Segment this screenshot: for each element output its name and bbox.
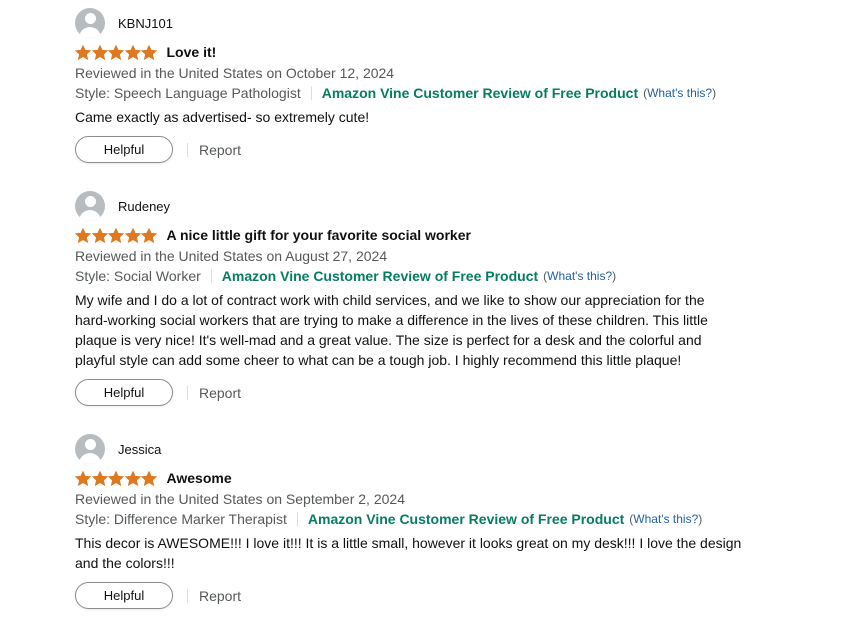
review-body-line: playful style can add some cheer to what… bbox=[75, 352, 682, 368]
product-style: Style: Social Worker bbox=[75, 268, 201, 284]
star-rating[interactable] bbox=[75, 227, 158, 243]
vine-review-badge: Amazon Vine Customer Review of Free Prod… bbox=[221, 268, 539, 284]
divider bbox=[187, 588, 188, 603]
star-filled-icon bbox=[108, 470, 124, 486]
product-style: Style: Speech Language Pathologist bbox=[75, 85, 301, 101]
star-filled-icon bbox=[91, 44, 108, 60]
review-body: Came exactly as advertised- so extremely… bbox=[75, 109, 370, 125]
paren-close: ) bbox=[712, 86, 717, 100]
star-rating[interactable] bbox=[75, 470, 158, 486]
star-filled-icon bbox=[108, 227, 124, 243]
star-filled-icon bbox=[124, 470, 141, 486]
review-title[interactable]: Love it! bbox=[167, 44, 217, 60]
star-filled-icon bbox=[75, 44, 91, 60]
vine-review-badge: Amazon Vine Customer Review of Free Prod… bbox=[307, 511, 625, 527]
whats-this-wrapper: (What's this?) bbox=[543, 269, 616, 283]
review-body-line: This decor is AWESOME!!! I love it!!! It… bbox=[75, 535, 742, 551]
star-filled-icon bbox=[75, 227, 91, 243]
review-body: This decor is AWESOME!!! I love it!!! It… bbox=[75, 533, 775, 573]
review-date: Reviewed in the United States on August … bbox=[75, 248, 388, 264]
star-filled-icon bbox=[91, 470, 108, 486]
report-link[interactable]: Report bbox=[199, 588, 241, 604]
whats-this-link[interactable]: What's this? bbox=[633, 512, 698, 526]
reviewer-profile[interactable]: KBNJ101 bbox=[75, 8, 775, 38]
default-user-avatar-icon bbox=[75, 191, 105, 221]
star-filled-icon bbox=[141, 470, 157, 486]
report-link[interactable]: Report bbox=[199, 385, 241, 401]
review-title[interactable]: Awesome bbox=[167, 470, 232, 486]
star-filled-icon bbox=[75, 470, 91, 486]
divider bbox=[187, 142, 188, 157]
paren-close: ) bbox=[612, 269, 617, 283]
reviewer-name[interactable]: Jessica bbox=[118, 442, 161, 457]
star-filled-icon bbox=[141, 227, 157, 243]
helpful-button[interactable]: Helpful bbox=[75, 582, 173, 609]
review-date: Reviewed in the United States on October… bbox=[75, 65, 395, 81]
report-link[interactable]: Report bbox=[199, 142, 241, 158]
review-date: Reviewed in the United States on Septemb… bbox=[75, 491, 405, 507]
helpful-button[interactable]: Helpful bbox=[75, 379, 173, 406]
review-card: Jessica Awesome Reviewed in the United S… bbox=[75, 434, 775, 609]
reviewer-profile[interactable]: Rudeney bbox=[75, 191, 775, 221]
star-filled-icon bbox=[91, 227, 108, 243]
star-filled-icon bbox=[124, 44, 141, 60]
helpful-button[interactable]: Helpful bbox=[75, 136, 173, 163]
reviewer-profile[interactable]: Jessica bbox=[75, 434, 775, 464]
review-body-line: My wife and I do a lot of contract work … bbox=[75, 292, 705, 308]
paren-close: ) bbox=[698, 512, 703, 526]
divider bbox=[210, 269, 212, 283]
review-body-line: and the colors!!! bbox=[75, 555, 175, 571]
whats-this-wrapper: (What's this?) bbox=[643, 86, 716, 100]
review-title[interactable]: A nice little gift for your favorite soc… bbox=[167, 227, 471, 243]
review-body: My wife and I do a lot of contract work … bbox=[75, 290, 775, 370]
review-body-line: plaque is very nice! It's well-mad and a… bbox=[75, 332, 702, 348]
whats-this-wrapper: (What's this?) bbox=[629, 512, 702, 526]
whats-this-link[interactable]: What's this? bbox=[547, 269, 612, 283]
whats-this-link[interactable]: What's this? bbox=[647, 86, 712, 100]
reviewer-name[interactable]: Rudeney bbox=[118, 199, 170, 214]
default-user-avatar-icon bbox=[75, 8, 105, 38]
divider bbox=[310, 86, 312, 100]
star-filled-icon bbox=[141, 44, 157, 60]
review-body-line: hard-working social workers that are try… bbox=[75, 312, 708, 328]
divider bbox=[187, 385, 188, 400]
divider bbox=[296, 512, 298, 526]
star-filled-icon bbox=[124, 227, 141, 243]
reviewer-name[interactable]: KBNJ101 bbox=[118, 16, 173, 31]
star-filled-icon bbox=[108, 44, 124, 60]
review-card: KBNJ101 Love it! Reviewed in the United … bbox=[75, 8, 775, 163]
default-user-avatar-icon bbox=[75, 434, 105, 464]
star-rating[interactable] bbox=[75, 44, 158, 60]
product-style: Style: Difference Marker Therapist bbox=[75, 511, 287, 527]
review-card: Rudeney A nice little gift for your favo… bbox=[75, 191, 775, 406]
vine-review-badge: Amazon Vine Customer Review of Free Prod… bbox=[321, 85, 639, 101]
